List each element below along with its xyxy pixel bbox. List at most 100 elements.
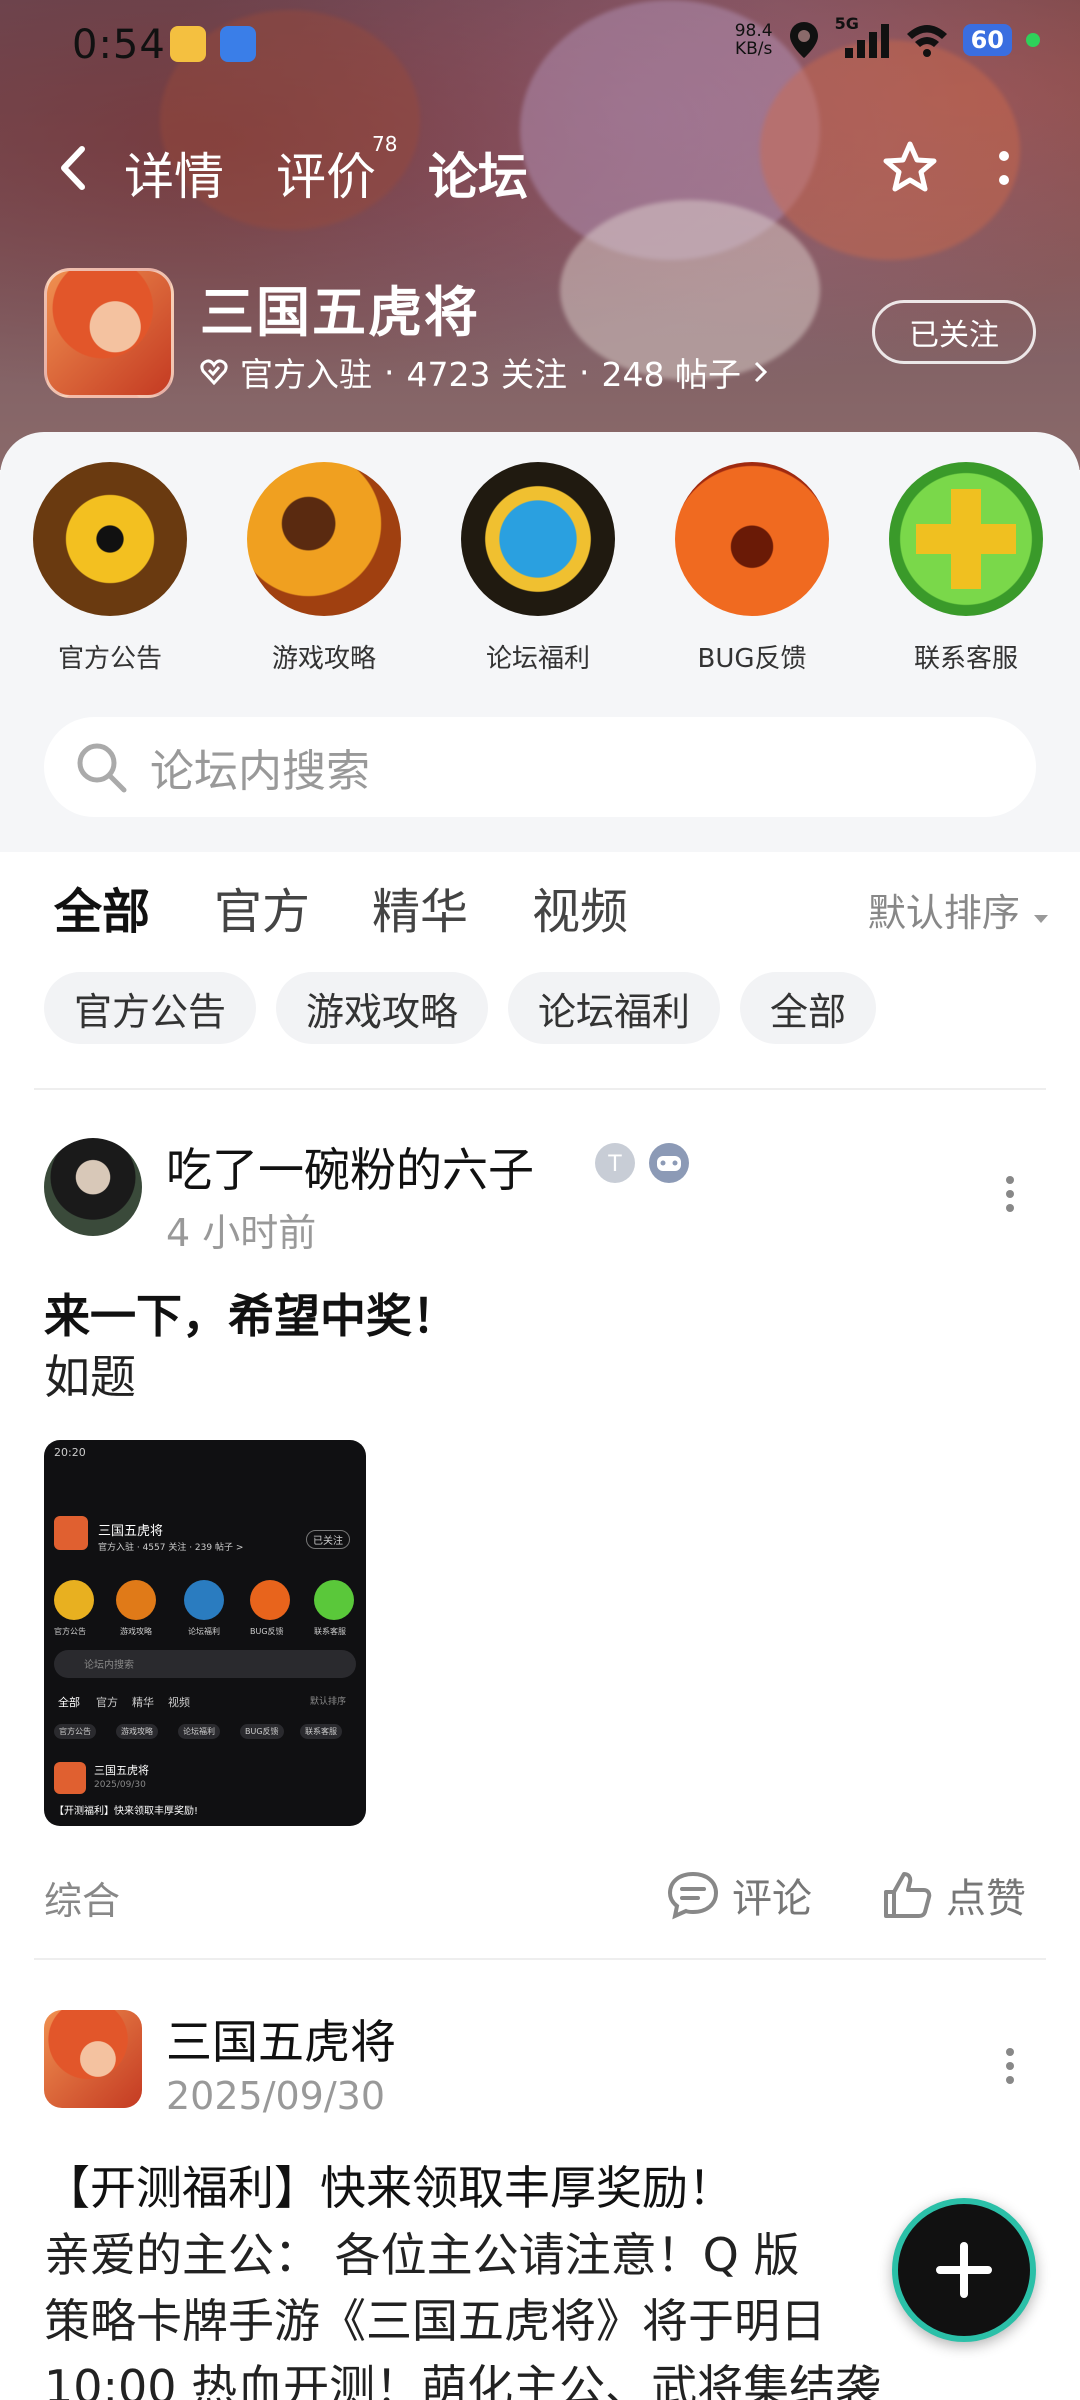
thumb-eye-icon [54,1580,94,1620]
gift-icon [461,462,615,616]
chip-strategy[interactable]: 游戏攻略 [276,972,489,1044]
post-more-icon[interactable] [1000,2046,1020,2086]
favorite-star-icon[interactable] [880,138,940,198]
thumb-tab: 精华 [132,1696,154,1709]
comment-button[interactable]: 评论 [666,1866,812,1924]
post-more-icon[interactable] [1000,1174,1020,1214]
category-customer-service[interactable]: 联系客服 [886,462,1046,675]
thumb-tab: 官方 [96,1696,118,1709]
post-author[interactable]: 三国五虎将 [166,2006,396,2072]
back-arrow-icon[interactable] [50,143,100,193]
post-actions: 综合 评论 点赞 [0,1858,1080,1938]
post-time: 4 小时前 [166,1211,317,1255]
post-image[interactable]: 20:20 三国五虎将 官方入驻 · 4557 关注 · 239 帖子 > 已关… [44,1440,366,1826]
net-speed: 98.4 KB/s [735,22,773,58]
net-speed-value: 98.4 [734,21,773,41]
category-welfare[interactable]: 论坛福利 [458,462,618,675]
pumpkin-icon [675,462,829,616]
verified-label: 官方入驻 [240,355,372,394]
thumb-chip: 论坛福利 [178,1724,220,1739]
category-bug-feedback[interactable]: BUG反馈 [672,462,832,675]
sort-label: 默认排序 [867,891,1020,935]
thumb-sort: 默认排序 [310,1697,347,1707]
thumb-chip: 联系客服 [300,1724,342,1739]
thumb-plus-icon [314,1580,354,1620]
thumbs-up-icon [884,1872,932,1918]
forum-entry-panel: 官方公告 游戏攻略 论坛福利 BUG反馈 联系客服 论坛内搜索 [0,432,1080,852]
tab-featured[interactable]: 精华 [372,872,468,942]
game-name: 三国五虎将 [200,281,480,344]
thumb-post-date: 2025/09/30 [94,1780,146,1790]
comment-label: 评论 [732,1876,812,1922]
location-icon [789,22,818,58]
tab-all[interactable]: 全部 [54,872,150,948]
category-label: 论坛福利 [485,644,590,674]
thumb-pumpkin-icon [250,1580,290,1620]
thumb-category-label: 官方公告 [54,1627,86,1636]
thumb-category-label: BUG反馈 [250,1627,284,1636]
status-time: 0:54 [72,22,166,68]
tab-video[interactable]: 视频 [532,872,628,942]
post-tag[interactable]: 综合 [44,1870,120,1925]
post-body-line: 10:00 热血开测！萌化主公、武将集结袭 [44,2360,882,2400]
level-badge-icon: T [595,1143,635,1183]
tab-official[interactable]: 官方 [214,872,310,942]
category-official-notice[interactable]: 官方公告 [30,462,190,675]
divider [34,1958,1046,1960]
sort-dropdown[interactable]: 默认排序 [868,882,1050,937]
game-meta[interactable]: 官方入驻 · 4723 关注 · 248 帖子 [200,348,769,396]
wifi-icon [906,25,947,57]
eye-icon [33,462,187,616]
thumb-follow: 已关注 [306,1530,350,1549]
followers-count: 4723 关注 [406,355,567,394]
thumb-tab: 视频 [168,1696,190,1709]
thumb-tab: 全部 [58,1696,80,1709]
post-title[interactable]: 来一下，希望中奖！ [44,1280,458,1346]
post-author[interactable]: 吃了一碗粉的六子 [166,1134,534,1200]
caret-down-icon [1034,915,1048,923]
avatar[interactable] [44,2010,142,2108]
tab-details[interactable]: 详情 [124,137,224,209]
tab-forum[interactable]: 论坛 [428,137,528,209]
post-card[interactable]: 吃了一碗粉的六子 T 4 小时前 来一下，希望中奖！ 如题 20:20 三国五虎… [0,1138,1080,1958]
comment-icon [667,1871,719,1920]
post-card[interactable]: 三国五虎将 2025/09/30 【开测福利】快来领取丰厚奖励！ 亲爱的主公： … [0,2010,1080,2400]
thumb-post-title: 【开测福利】快来领取丰厚奖励! [54,1806,199,1817]
more-options-icon[interactable] [990,148,1018,188]
post-body: 如题 [44,1350,136,1404]
follow-button[interactable]: 已关注 [872,300,1036,364]
thumb-search-text: 论坛内搜索 [84,1660,134,1671]
tab-reviews[interactable]: 评价 [276,137,376,209]
thumb-game-name: 三国五虎将 [98,1524,164,1539]
create-post-button[interactable] [892,2198,1036,2342]
chip-welfare[interactable]: 论坛福利 [508,972,721,1044]
chip-official-notice[interactable]: 官方公告 [44,972,257,1044]
post-time: 2025/09/30 [166,2074,386,2118]
avatar[interactable] [44,1138,142,1236]
thumb-meta: 官方入驻 · 4557 关注 · 239 帖子 > [98,1543,244,1553]
plus-icon [936,2242,992,2298]
thumb-chip: BUG反馈 [240,1724,284,1739]
thumb-strategy-icon [116,1580,156,1620]
svg-text:T: T [607,1152,622,1177]
plus-cross-icon [889,462,1043,616]
gamepad-badge-icon [649,1143,689,1183]
thumb-time: 20:20 [54,1446,86,1459]
chevron-right-icon [754,361,768,383]
chip-all[interactable]: 全部 [740,972,877,1044]
search-input[interactable]: 论坛内搜索 [44,717,1036,817]
category-strategy[interactable]: 游戏攻略 [244,462,404,675]
status-bar: 0:54 98.4 KB/s 5G 60 [0,0,1080,90]
filter-tabs: 全部 官方 精华 视频 默认排序 [0,872,1080,952]
thumb-post-avatar [54,1762,86,1794]
game-app-icon[interactable] [44,268,174,398]
post-title[interactable]: 【开测福利】快来领取丰厚奖励！ [44,2152,734,2218]
strategy-icon [247,462,401,616]
thumb-chip: 游戏攻略 [116,1724,158,1739]
like-button[interactable]: 点赞 [880,1866,1026,1924]
meta-separator: · [384,352,395,392]
battery-indicator: 60 [962,24,1012,56]
category-label: 官方公告 [57,644,162,674]
review-count-badge: 78 [372,132,398,156]
net-speed-unit: KB/s [734,39,773,59]
